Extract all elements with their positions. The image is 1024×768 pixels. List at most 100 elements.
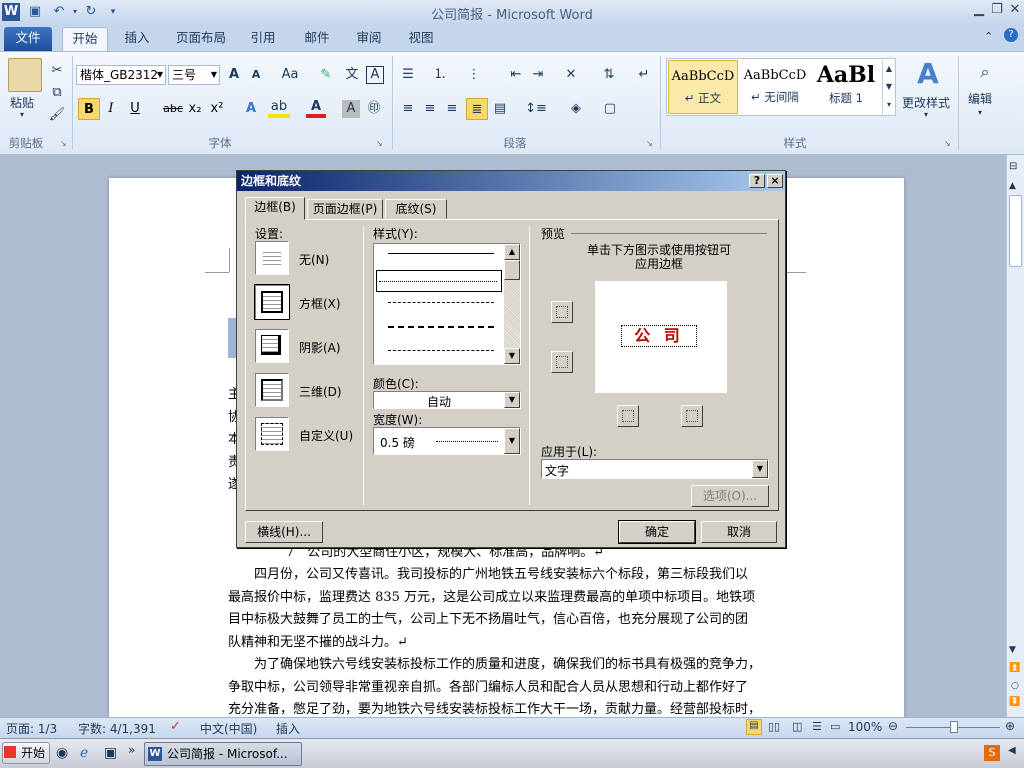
draft-icon[interactable]: ▭ [830, 720, 840, 733]
setting-none-icon[interactable] [255, 241, 289, 275]
dialog-title-bar[interactable]: 边框和底纹 [237, 171, 785, 191]
scroll-thumb[interactable] [504, 260, 520, 280]
tab-borders[interactable]: 边框(B) [245, 197, 305, 220]
align-right-icon[interactable]: ≡ [442, 98, 462, 120]
tray-icon[interactable]: S [984, 745, 1000, 761]
char-shading-icon[interactable]: A [342, 100, 360, 118]
shrink-font-button[interactable]: A [246, 64, 266, 86]
show-marks-icon[interactable]: ↵ [634, 64, 654, 86]
help-icon[interactable]: ? [1004, 28, 1018, 42]
style-dash-large-line[interactable] [388, 326, 494, 328]
distributed-icon[interactable]: ▤ [490, 98, 510, 120]
edit-dropdown-icon[interactable]: ▾ [978, 108, 982, 117]
edit-button[interactable]: 编辑 [968, 90, 992, 107]
tab-mailings[interactable]: 邮件 [294, 27, 340, 51]
paste-icon[interactable] [8, 58, 42, 92]
top-border-button[interactable] [551, 301, 573, 323]
chinese-layout-icon[interactable]: ✕ [560, 64, 582, 86]
options-button[interactable]: 选项(O)... [691, 485, 769, 507]
ruler-toggle-icon[interactable]: ⊟ [1009, 161, 1017, 172]
tab-insert[interactable]: 插入 [114, 27, 160, 51]
scroll-down-icon[interactable]: ▼ [1009, 645, 1016, 655]
style-solid-line[interactable] [388, 253, 494, 254]
format-painter-icon[interactable]: 🖌 [48, 104, 66, 126]
multilevel-list-icon[interactable]: ⋮ [464, 64, 484, 86]
scroll-down-icon[interactable]: ▼ [504, 348, 520, 364]
quicklaunch-icon[interactable]: ◉ [56, 745, 68, 761]
setting-box-icon[interactable] [254, 284, 290, 320]
chevron-down-icon[interactable]: ▼ [752, 460, 768, 478]
right-border-button[interactable] [681, 405, 703, 427]
status-mode[interactable]: 插入 [276, 720, 300, 737]
styles-scroll-icon[interactable]: ▲ ▼ ▾ [882, 60, 895, 114]
font-name-combo[interactable]: 楷体_GB2312 ▼ [76, 65, 166, 85]
style-dash-small-line[interactable] [388, 302, 494, 303]
change-case-button[interactable]: Aa [276, 64, 304, 86]
scroll-up-icon[interactable]: ▲ [504, 244, 520, 260]
change-styles-button[interactable]: 更改样式 [902, 94, 950, 111]
font-size-combo[interactable]: 三号 ▼ [168, 65, 220, 85]
change-styles-icon[interactable]: A [910, 58, 946, 90]
print-layout-icon[interactable]: ▤ [746, 719, 762, 735]
chevron-down-icon[interactable]: ▼ [504, 392, 520, 408]
setting-shadow-icon[interactable] [255, 329, 289, 363]
zoom-level[interactable]: 100% [848, 720, 882, 734]
dialog-help-button[interactable]: ? [749, 174, 765, 188]
superscript-button[interactable]: x² [208, 98, 226, 120]
status-language[interactable]: 中文(中国) [200, 720, 257, 737]
setting-3d-label[interactable]: 三维(D) [299, 383, 342, 400]
scroll-thumb[interactable] [1009, 195, 1022, 267]
left-border-button[interactable] [617, 405, 639, 427]
status-page[interactable]: 页面: 1/3 [6, 720, 57, 737]
tab-page-layout[interactable]: 页面布局 [168, 27, 234, 51]
highlight-icon[interactable]: ab [268, 98, 290, 118]
decrease-indent-icon[interactable]: ⇤ [506, 64, 526, 86]
browse-object-icon[interactable]: ○ [1011, 681, 1019, 691]
clear-format-icon[interactable]: ✎ [316, 64, 336, 86]
cancel-button[interactable]: 取消 [701, 521, 777, 543]
tab-view[interactable]: 视图 [398, 27, 444, 51]
tab-shading[interactable]: 底纹(S) [385, 199, 447, 219]
dialog-close-button[interactable]: × [767, 174, 783, 188]
close-window-icon[interactable]: ✕ [1006, 2, 1024, 20]
style-no-spacing[interactable]: AaBbCcD ↵ 无间隔 [740, 60, 810, 114]
width-dropdown[interactable]: 0.5 磅 ▼ [373, 427, 521, 455]
line-spacing-icon[interactable]: ↕≡ [524, 98, 548, 120]
preview-area[interactable]: 公 司 [595, 281, 727, 393]
setting-custom-icon[interactable] [255, 417, 289, 451]
tab-references[interactable]: 引用 [240, 27, 286, 51]
border-style-list[interactable]: ▲ ▼ [373, 243, 521, 365]
reading-layout-icon[interactable]: ▯▯ [768, 720, 780, 733]
prev-page-icon[interactable]: ⏫ [1009, 663, 1020, 673]
tab-page-border[interactable]: 页面边框(P) [307, 199, 383, 219]
copy-icon[interactable]: ⧉ [48, 82, 66, 104]
bottom-border-button[interactable] [551, 351, 573, 373]
apply-to-dropdown[interactable]: 文字 ▼ [541, 459, 769, 479]
strikethrough-button[interactable]: abc [162, 98, 184, 120]
increase-indent-icon[interactable]: ⇥ [528, 64, 548, 86]
zoom-out-icon[interactable]: ⊖ [888, 719, 898, 733]
align-left-icon[interactable]: ≡ [398, 98, 418, 120]
cut-icon[interactable]: ✂ [48, 60, 66, 82]
zoom-in-icon[interactable]: ⊕ [1005, 719, 1015, 733]
align-center-icon[interactable]: ≡ [420, 98, 440, 120]
horizontal-line-button[interactable]: 横线(H)... [245, 521, 323, 543]
font-launcher-icon[interactable]: ↘ [376, 139, 383, 148]
proofing-icon[interactable]: ✓ [170, 719, 181, 734]
clipboard-launcher-icon[interactable]: ↘ [60, 139, 67, 148]
bold-button[interactable]: B [78, 98, 100, 120]
tab-review[interactable]: 审阅 [346, 27, 392, 51]
style-normal[interactable]: AaBbCcD ↵ 正文 [668, 60, 738, 114]
chevron-down-icon[interactable]: ▼ [504, 428, 520, 454]
setting-shadow-label[interactable]: 阴影(A) [299, 339, 341, 356]
phonetic-guide-icon[interactable]: 文 [342, 64, 362, 86]
bullets-icon[interactable]: ☰ [398, 64, 418, 86]
setting-none-label[interactable]: 无(N) [299, 251, 329, 268]
font-color-icon[interactable]: A [306, 98, 326, 118]
ie-icon[interactable]: ℯ [80, 745, 88, 761]
style-dash-dot-line[interactable] [388, 350, 494, 351]
paragraph-launcher-icon[interactable]: ↘ [646, 139, 653, 148]
collapse-ribbon-icon[interactable]: ⌃ [984, 30, 993, 43]
tray-expand-icon[interactable]: ◀ [1008, 745, 1016, 756]
outline-icon[interactable]: ☰ [812, 720, 822, 733]
